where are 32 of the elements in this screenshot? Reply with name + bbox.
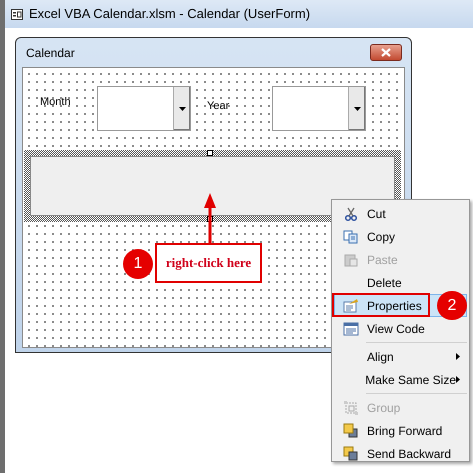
paste-icon [343, 252, 359, 268]
field-label: Year [207, 99, 230, 114]
group-icon [343, 400, 359, 416]
window-title: Excel VBA Calendar.xlsm - Calendar (UserForm) [29, 5, 310, 24]
submenu-arrow-icon [456, 376, 460, 383]
bring-forward-icon [343, 422, 359, 438]
field-label: Month [40, 95, 72, 110]
selection-handle[interactable] [207, 150, 213, 156]
combo-box[interactable] [97, 86, 191, 131]
menu-item[interactable]: Copy [334, 225, 467, 248]
menu-item[interactable]: Make Same Size [334, 368, 467, 391]
copy-icon [343, 228, 359, 244]
combo-box[interactable] [272, 86, 366, 131]
callout-label: right-click here [155, 243, 262, 283]
close-button[interactable] [370, 44, 402, 61]
menu-item[interactable]: View Code [334, 317, 467, 340]
dropdown-arrow-icon [178, 106, 186, 110]
dropdown-arrow-icon [354, 106, 360, 110]
menu-item[interactable]: Cut [334, 202, 467, 225]
form-title: Calendar [26, 44, 75, 62]
properties-icon [343, 298, 359, 314]
form-icon [11, 8, 23, 20]
scissors-icon [343, 206, 359, 222]
send-backward-icon [343, 446, 359, 462]
menu-item[interactable]: Bring Forward [334, 419, 467, 442]
code-window-icon [343, 320, 359, 336]
menu-item[interactable]: Delete [334, 271, 467, 294]
menu-item[interactable]: Align [334, 345, 467, 368]
close-icon [381, 48, 391, 57]
menu-item[interactable]: Send Backward [334, 442, 467, 465]
arrow [203, 193, 217, 245]
submenu-arrow-icon [456, 353, 460, 360]
